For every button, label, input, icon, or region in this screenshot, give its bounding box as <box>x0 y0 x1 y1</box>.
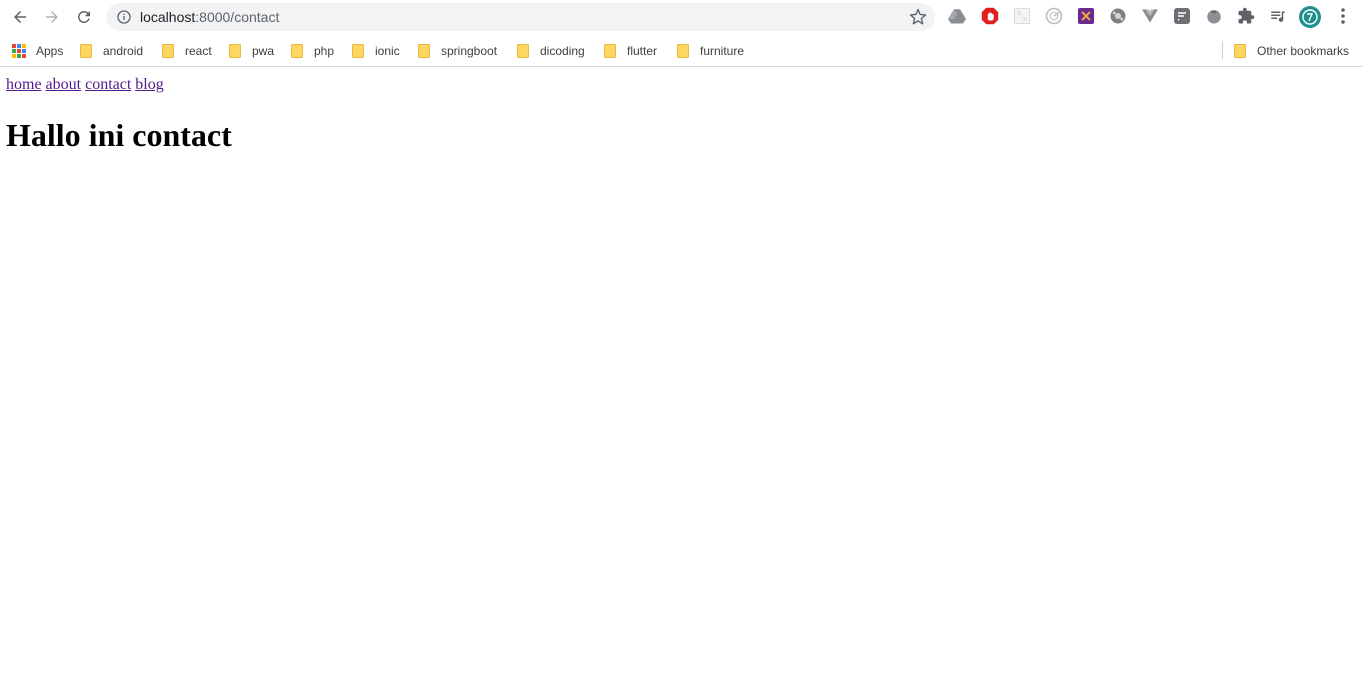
nav-link-blog[interactable]: blog <box>135 76 163 93</box>
bookmark-label: php <box>314 44 335 58</box>
arrow-right-icon <box>46 11 58 23</box>
tomato-timer-icon[interactable] <box>1205 7 1223 25</box>
chat-extension-icon[interactable] <box>1173 7 1191 25</box>
bookmark-label: Apps <box>36 44 64 58</box>
url-host: localhost <box>140 9 196 25</box>
bookmark-star-icon[interactable] <box>909 8 927 26</box>
bookmark-label: dicoding <box>540 44 585 58</box>
adblock-icon[interactable] <box>981 7 999 25</box>
page-title: Hallo ini contact <box>6 117 232 153</box>
address-bar[interactable]: localhost:8000/contact <box>106 3 935 31</box>
vue-devtools-icon[interactable] <box>1141 7 1159 25</box>
bookmark-label: flutter <box>627 44 658 58</box>
nav-link-home[interactable]: home <box>6 76 42 93</box>
crossed-extension-icon[interactable] <box>1077 7 1095 25</box>
radar-extension-icon[interactable] <box>1045 7 1063 25</box>
google-drive-icon[interactable] <box>948 7 966 25</box>
profile-avatar[interactable] <box>1299 6 1321 28</box>
folder-icon <box>418 44 430 58</box>
bookmark-folder-furniture[interactable]: furniture <box>677 41 744 61</box>
arrow-left-icon <box>14 11 26 23</box>
folder-icon <box>1234 44 1246 58</box>
browser-toolbar: localhost:8000/contact <box>0 0 1363 34</box>
nav-link-about[interactable]: about <box>46 76 82 93</box>
bookmark-label: Other bookmarks <box>1257 44 1350 58</box>
bookmark-label: springboot <box>441 44 498 58</box>
bookmark-folder-pwa[interactable]: pwa <box>229 41 274 61</box>
bookmark-label: react <box>185 44 212 58</box>
folder-icon <box>604 44 616 58</box>
nav-link-contact[interactable]: contact <box>85 76 131 93</box>
folder-icon <box>291 44 303 58</box>
reload-icon <box>77 10 90 23</box>
reload-button[interactable] <box>72 5 96 29</box>
browser-menu-button[interactable] <box>1334 7 1352 25</box>
url-text[interactable]: localhost:8000/contact <box>140 10 279 25</box>
bookmark-folder-springboot[interactable]: springboot <box>418 41 497 61</box>
bookmark-folder-ionic[interactable]: ionic <box>352 41 400 61</box>
bookmark-folder-dicoding[interactable]: dicoding <box>517 41 585 61</box>
folder-icon <box>80 44 92 58</box>
apps-grid-icon <box>12 44 26 58</box>
site-nav: home about contact blog <box>6 76 164 94</box>
bookmark-folder-flutter[interactable]: flutter <box>604 41 657 61</box>
back-button[interactable] <box>8 5 32 29</box>
bookmark-folder-php[interactable]: php <box>291 41 334 61</box>
info-icon[interactable] <box>116 9 132 25</box>
blank-extension-icon[interactable] <box>1013 7 1031 25</box>
bookmark-apps[interactable]: Apps <box>12 41 63 61</box>
puzzle-icon[interactable] <box>1237 7 1255 25</box>
bookmark-folder-react[interactable]: react <box>162 41 212 61</box>
more-vertical-icon <box>1341 8 1345 24</box>
media-queue-icon[interactable] <box>1269 7 1287 25</box>
bookmark-label: pwa <box>252 44 275 58</box>
page-viewport: home about contact blog Hallo ini contac… <box>0 68 1363 688</box>
bookmark-folder-other[interactable]: Other bookmarks <box>1234 41 1349 61</box>
url-path: :8000/contact <box>195 9 280 25</box>
bookmark-label: furniture <box>700 44 745 58</box>
folder-icon <box>352 44 364 58</box>
bookmarks-bar: Apps android react pwa php ionic springb… <box>0 34 1363 67</box>
folder-icon <box>229 44 241 58</box>
bookmark-label: android <box>103 44 144 58</box>
bookmarks-divider <box>1222 41 1223 59</box>
folder-icon <box>677 44 689 58</box>
bookmark-folder-android[interactable]: android <box>80 41 143 61</box>
gear-extension-icon[interactable] <box>1109 7 1127 25</box>
bookmark-label: ionic <box>375 44 400 58</box>
folder-icon <box>517 44 529 58</box>
forward-button[interactable] <box>40 5 64 29</box>
folder-icon <box>162 44 174 58</box>
